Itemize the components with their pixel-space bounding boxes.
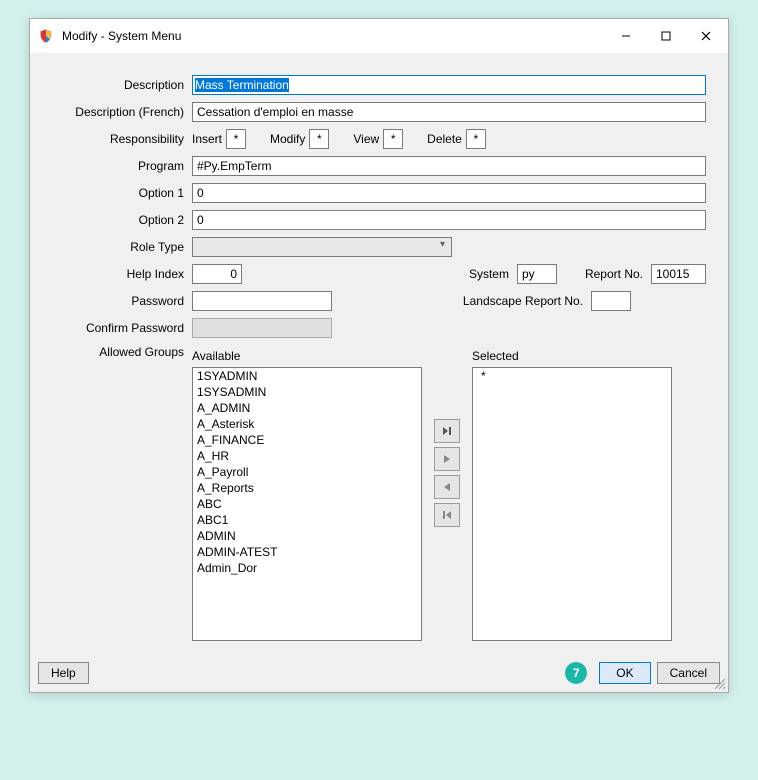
report-no-label: Report No. <box>585 267 643 281</box>
footer: Help 7 OK Cancel <box>30 656 728 692</box>
selected-label: Selected <box>472 349 672 363</box>
list-item[interactable]: A_Reports <box>193 480 421 496</box>
shield-icon <box>38 28 54 44</box>
help-index-field[interactable] <box>192 264 242 284</box>
selected-listbox[interactable]: * <box>472 367 672 641</box>
list-item[interactable]: Admin_Dor <box>193 560 421 576</box>
minimize-button[interactable] <box>606 25 646 47</box>
option2-label: Option 2 <box>52 213 192 227</box>
list-item[interactable]: ADMIN-ATEST <box>193 544 421 560</box>
move-all-right-button[interactable] <box>434 419 460 443</box>
view-field[interactable] <box>383 129 403 149</box>
delete-label: Delete <box>427 132 462 146</box>
maximize-button[interactable] <box>646 25 686 47</box>
list-item[interactable]: A_Payroll <box>193 464 421 480</box>
description-label: Description <box>52 78 192 92</box>
modify-label: Modify <box>270 132 305 146</box>
responsibility-label: Responsibility <box>52 132 192 146</box>
option1-label: Option 1 <box>52 186 192 200</box>
list-item[interactable]: A_ADMIN <box>193 400 421 416</box>
role-type-select[interactable] <box>192 237 452 257</box>
move-left-button[interactable] <box>434 475 460 499</box>
list-item[interactable]: ABC <box>193 496 421 512</box>
system-field[interactable] <box>517 264 557 284</box>
cancel-button[interactable]: Cancel <box>657 662 720 684</box>
description-french-field[interactable] <box>192 102 706 122</box>
description-french-label: Description (French) <box>52 105 192 119</box>
landscape-report-no-label: Landscape Report No. <box>463 294 583 308</box>
list-item[interactable]: ADMIN <box>193 528 421 544</box>
report-no-field[interactable] <box>651 264 706 284</box>
insert-field[interactable] <box>226 129 246 149</box>
password-field[interactable] <box>192 291 332 311</box>
confirm-password-field <box>192 318 332 338</box>
option2-field[interactable] <box>192 210 706 230</box>
modify-field[interactable] <box>309 129 329 149</box>
program-field[interactable] <box>192 156 706 176</box>
description-field[interactable]: Mass Termination <box>192 75 706 95</box>
modify-system-menu-window: Modify - System Menu Description Mass Te… <box>29 18 729 693</box>
list-item[interactable]: 1SYSADMIN <box>193 384 421 400</box>
list-item[interactable]: ABC1 <box>193 512 421 528</box>
insert-label: Insert <box>192 132 222 146</box>
role-type-label: Role Type <box>52 240 192 254</box>
view-label: View <box>353 132 379 146</box>
program-label: Program <box>52 159 192 173</box>
option1-field[interactable] <box>192 183 706 203</box>
confirm-password-label: Confirm Password <box>52 321 192 335</box>
available-label: Available <box>192 349 422 363</box>
resize-grip-icon[interactable] <box>712 676 726 690</box>
step-badge: 7 <box>565 662 587 684</box>
ok-button[interactable]: OK <box>599 662 650 684</box>
selected-item[interactable]: * <box>477 368 667 384</box>
help-button[interactable]: Help <box>38 662 89 684</box>
system-label: System <box>469 267 509 281</box>
list-item[interactable]: A_FINANCE <box>193 432 421 448</box>
description-value: Mass Termination <box>195 78 289 92</box>
list-item[interactable]: 1SYADMIN <box>193 368 421 384</box>
form-content: Description Mass Termination Description… <box>30 53 728 656</box>
list-item[interactable]: A_HR <box>193 448 421 464</box>
move-all-left-button[interactable] <box>434 503 460 527</box>
move-right-button[interactable] <box>434 447 460 471</box>
window-title: Modify - System Menu <box>62 29 606 43</box>
password-label: Password <box>52 294 192 308</box>
allowed-groups-label: Allowed Groups <box>52 345 192 359</box>
available-listbox[interactable]: 1SYADMIN1SYSADMINA_ADMINA_AsteriskA_FINA… <box>192 367 422 641</box>
landscape-report-no-field[interactable] <box>591 291 631 311</box>
list-item[interactable]: A_Asterisk <box>193 416 421 432</box>
delete-field[interactable] <box>466 129 486 149</box>
close-button[interactable] <box>686 25 726 47</box>
titlebar: Modify - System Menu <box>30 19 728 53</box>
help-index-label: Help Index <box>52 267 192 281</box>
